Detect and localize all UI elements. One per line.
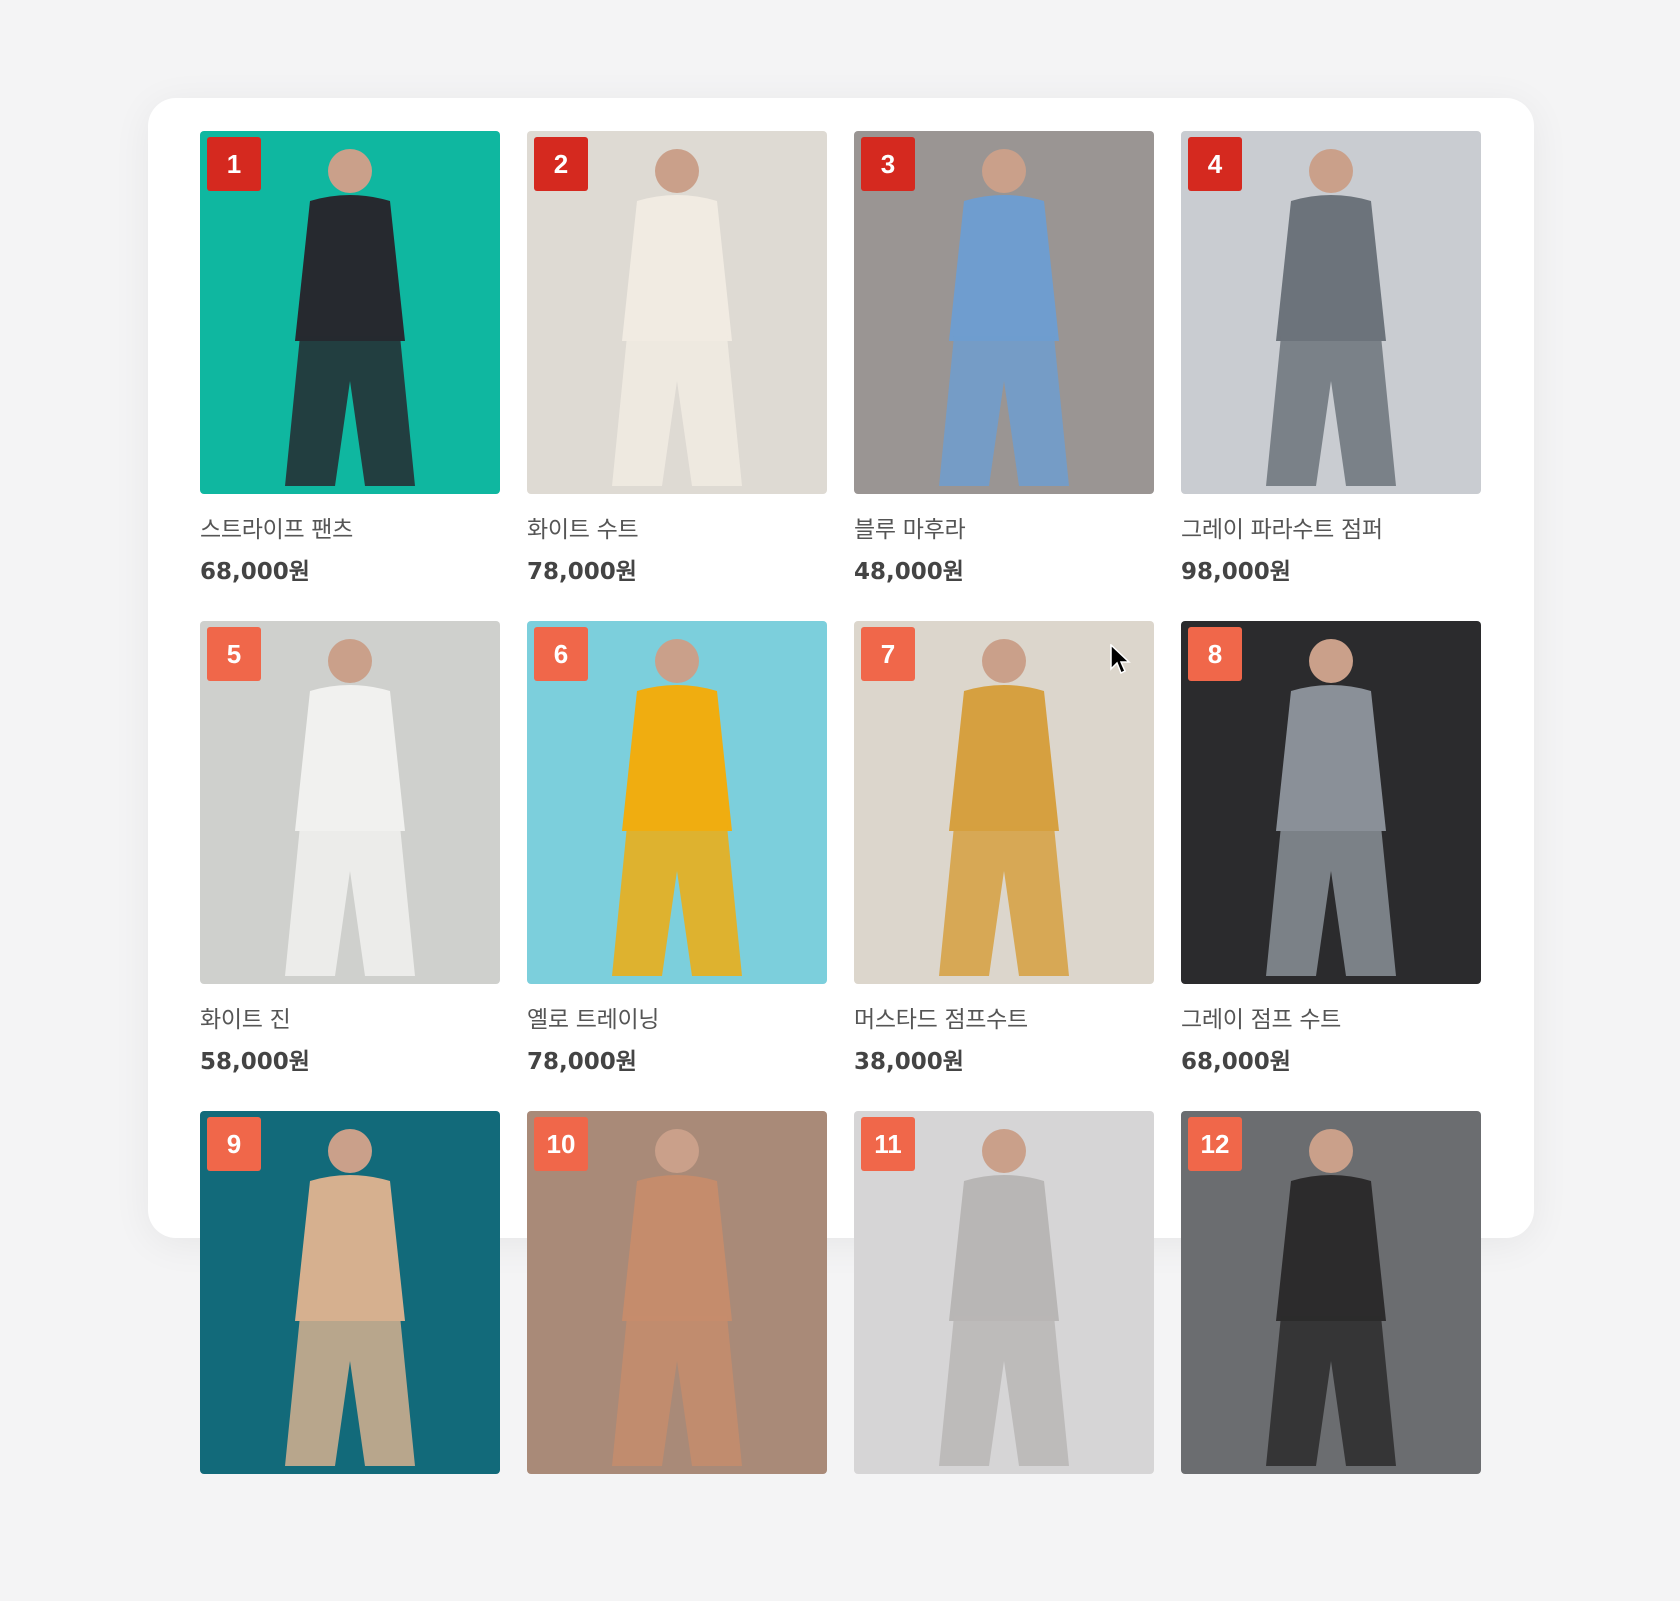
product-card[interactable]: 12 — [1181, 1111, 1481, 1601]
product-image[interactable]: 12 — [1181, 1111, 1481, 1474]
rank-badge: 11 — [861, 1117, 915, 1171]
rank-badge: 4 — [1188, 137, 1242, 191]
product-card[interactable]: 7 머스타드 점프수트 38,000원 — [854, 621, 1154, 1111]
product-name[interactable]: 화이트 진 — [200, 1000, 500, 1034]
product-image[interactable]: 8 — [1181, 621, 1481, 984]
product-image[interactable]: 11 — [854, 1111, 1154, 1474]
product-card[interactable]: 5 화이트 진 58,000원 — [200, 621, 500, 1111]
product-image[interactable]: 9 — [200, 1111, 500, 1474]
product-card[interactable]: 4 그레이 파라수트 점퍼 98,000원 — [1181, 131, 1481, 621]
rank-badge: 10 — [534, 1117, 588, 1171]
product-name[interactable]: 그레이 파라수트 점퍼 — [1181, 510, 1481, 544]
product-card[interactable]: 8 그레이 점프 수트 68,000원 — [1181, 621, 1481, 1111]
product-price: 78,000원 — [527, 559, 637, 585]
product-image[interactable]: 6 — [527, 621, 827, 984]
product-image[interactable]: 5 — [200, 621, 500, 984]
product-image[interactable]: 4 — [1181, 131, 1481, 494]
product-name[interactable]: 머스타드 점프수트 — [854, 1000, 1154, 1034]
product-price: 98,000원 — [1181, 559, 1291, 585]
rank-badge: 9 — [207, 1117, 261, 1171]
product-price: 48,000원 — [854, 559, 964, 585]
product-name[interactable]: 화이트 수트 — [527, 510, 827, 544]
product-name[interactable]: 그레이 점프 수트 — [1181, 1000, 1481, 1034]
product-card[interactable]: 3 블루 마후라 48,000원 — [854, 131, 1154, 621]
product-price: 38,000원 — [854, 1049, 964, 1075]
rank-badge: 2 — [534, 137, 588, 191]
rank-badge: 7 — [861, 627, 915, 681]
mouse-cursor-icon — [1110, 644, 1131, 675]
product-grid: 1 스트라이프 팬츠 68,000원 2 화이트 수트 78,000원 3 블루 마후라 48,… — [200, 131, 1481, 1601]
product-price: 78,000원 — [527, 1049, 637, 1075]
product-image[interactable]: 3 — [854, 131, 1154, 494]
rank-badge: 8 — [1188, 627, 1242, 681]
rank-badge: 3 — [861, 137, 915, 191]
product-name[interactable]: 옐로 트레이닝 — [527, 1000, 827, 1034]
product-card[interactable]: 6 옐로 트레이닝 78,000원 — [527, 621, 827, 1111]
product-price: 68,000원 — [1181, 1049, 1291, 1075]
product-price: 68,000원 — [200, 559, 310, 585]
product-card[interactable]: 10 — [527, 1111, 827, 1601]
product-image[interactable]: 2 — [527, 131, 827, 494]
product-price: 58,000원 — [200, 1049, 310, 1075]
product-image[interactable]: 1 — [200, 131, 500, 494]
product-card[interactable]: 11 — [854, 1111, 1154, 1601]
product-card[interactable]: 1 스트라이프 팬츠 68,000원 — [200, 131, 500, 621]
rank-badge: 12 — [1188, 1117, 1242, 1171]
product-image[interactable]: 7 — [854, 621, 1154, 984]
rank-badge: 6 — [534, 627, 588, 681]
rank-badge: 1 — [207, 137, 261, 191]
product-card[interactable]: 9 — [200, 1111, 500, 1601]
product-name[interactable]: 블루 마후라 — [854, 510, 1154, 544]
product-name[interactable]: 스트라이프 팬츠 — [200, 510, 500, 544]
product-card[interactable]: 2 화이트 수트 78,000원 — [527, 131, 827, 621]
rank-badge: 5 — [207, 627, 261, 681]
product-image[interactable]: 10 — [527, 1111, 827, 1474]
